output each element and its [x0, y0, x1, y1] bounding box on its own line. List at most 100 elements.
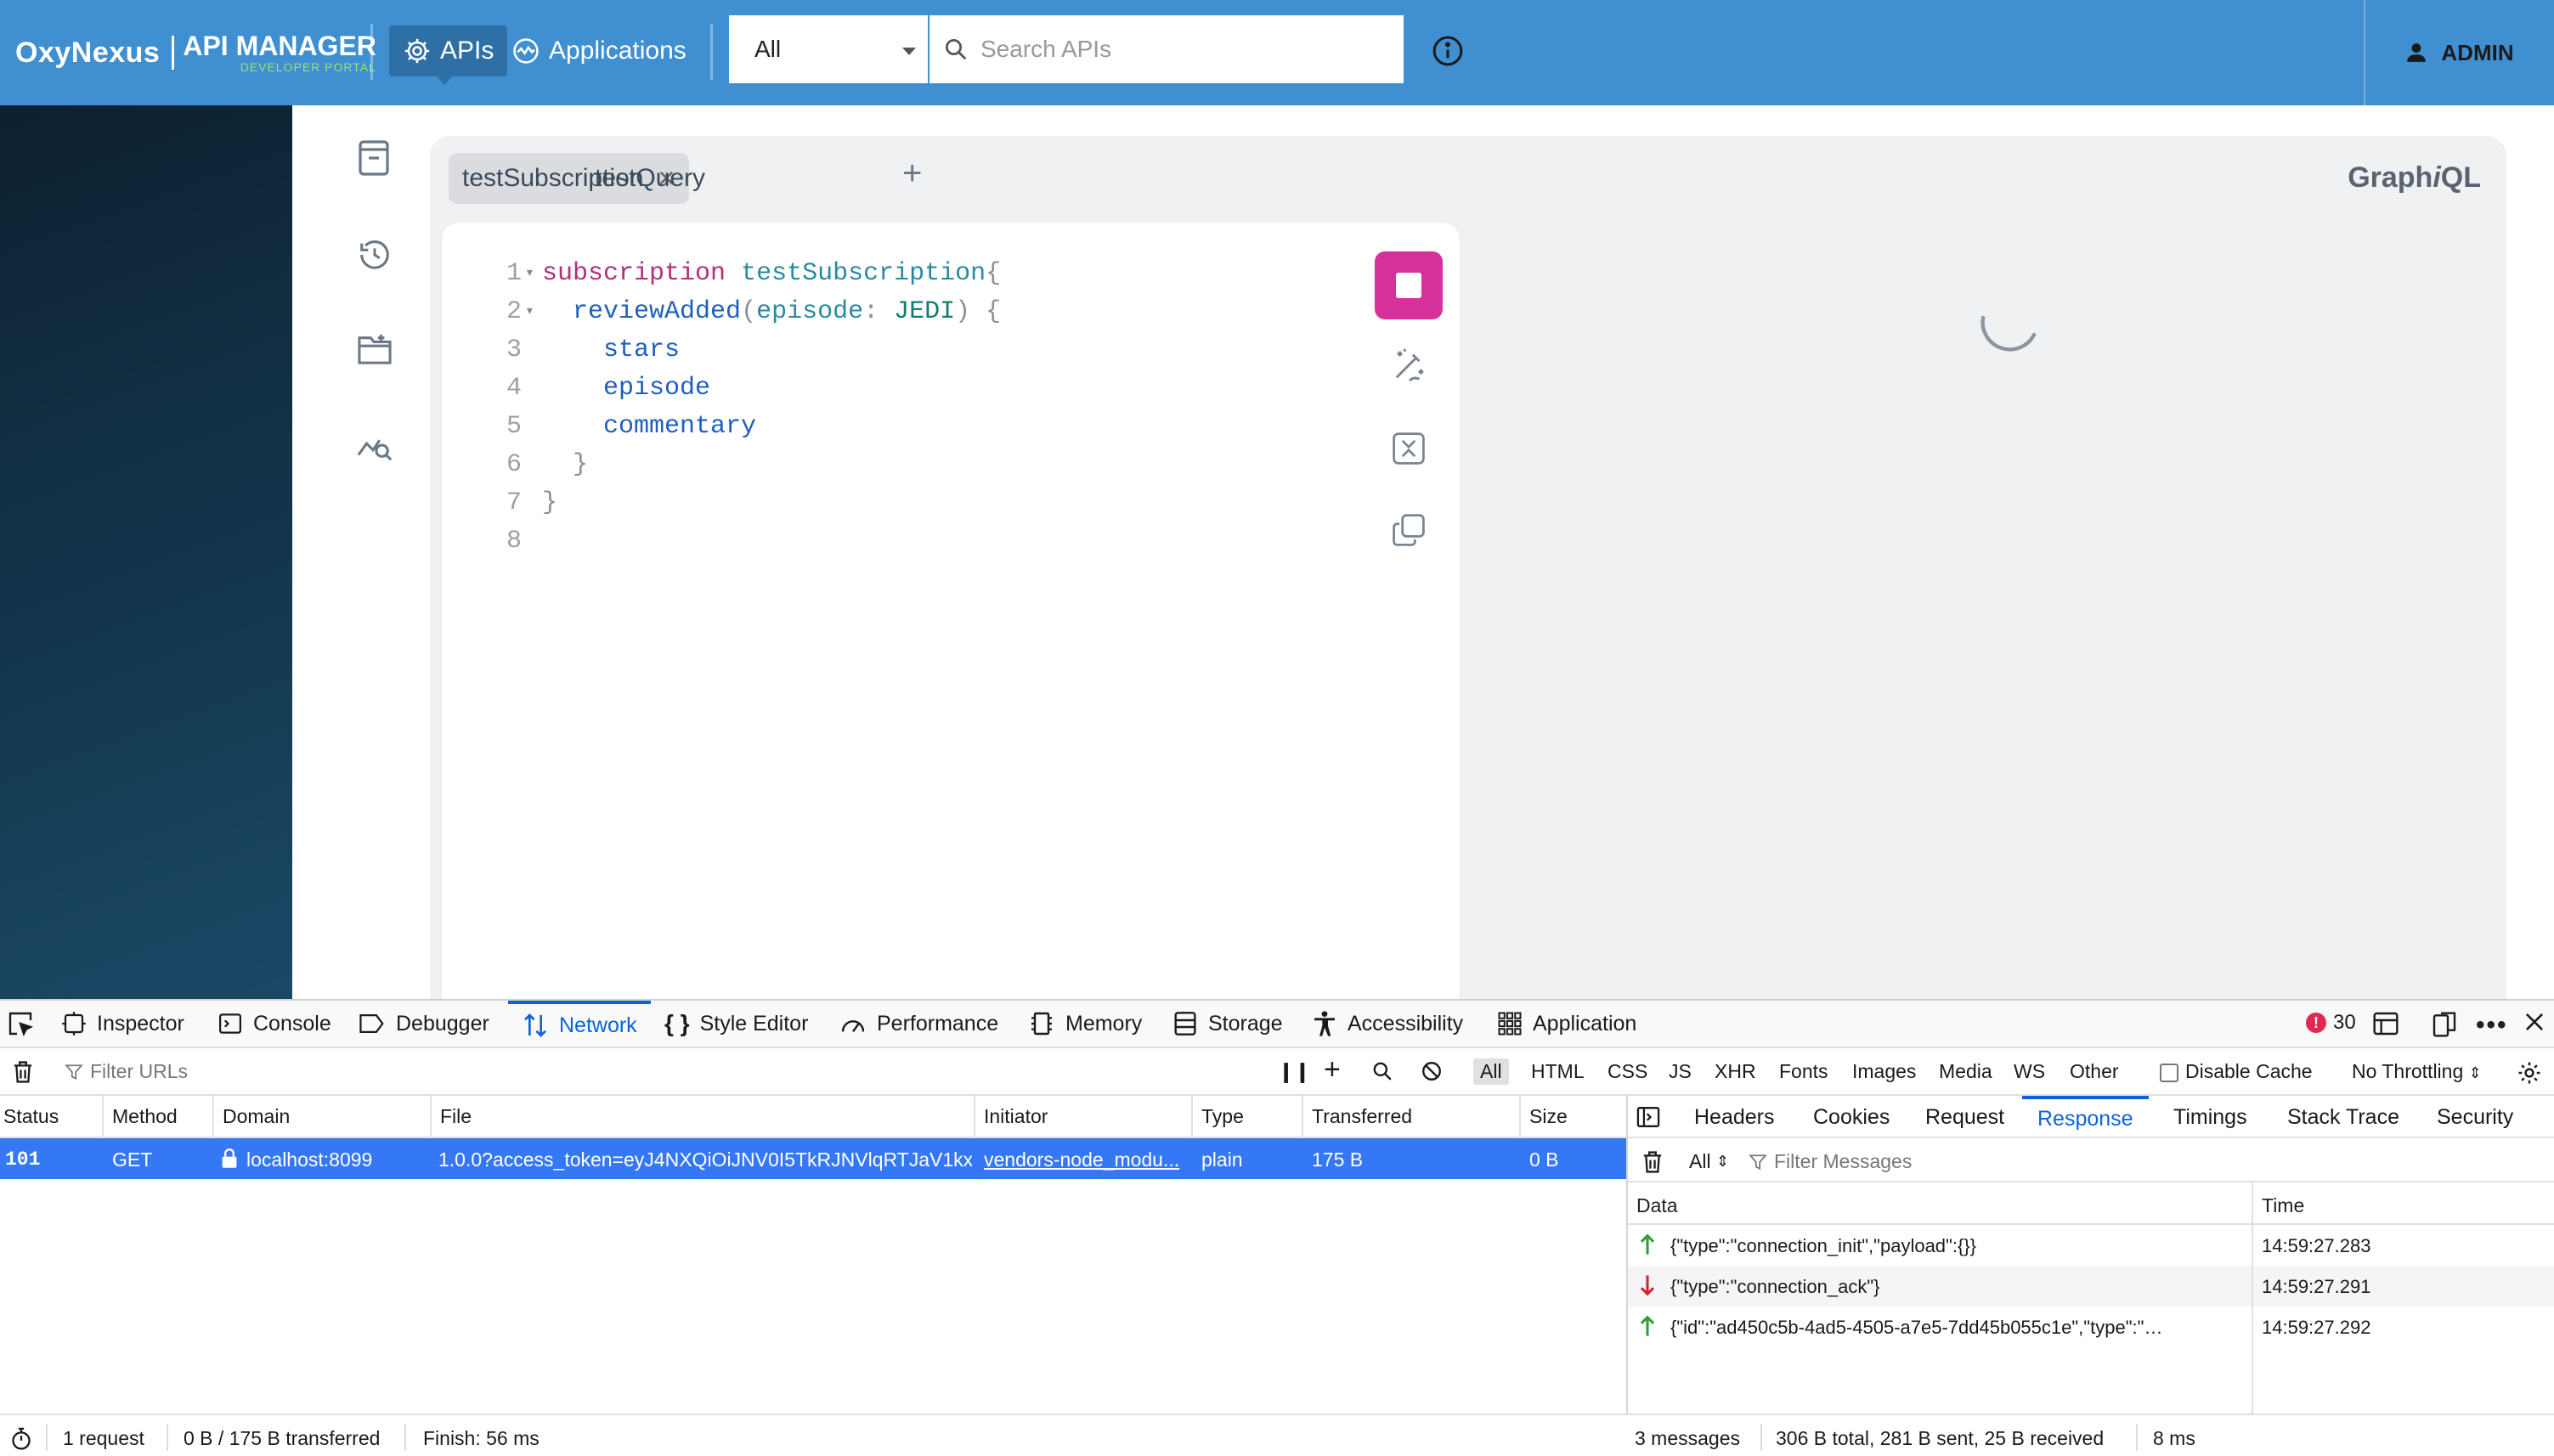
table-row[interactable]: 101 GET localhost:8099 1.0.0?access_toke…: [0, 1138, 1626, 1179]
column-initiator[interactable]: Initiator: [975, 1096, 1193, 1138]
type-filter-css[interactable]: CSS: [1601, 1058, 1654, 1085]
column-type[interactable]: Type: [1193, 1096, 1303, 1138]
tab-stack-trace[interactable]: Stack Trace: [2287, 1096, 2399, 1138]
tab-performance[interactable]: Performance: [839, 1001, 998, 1047]
list-item[interactable]: {"type":"connection_init","payload":{}} …: [1628, 1225, 2554, 1266]
left-panel: [0, 105, 292, 999]
filter-messages[interactable]: Filter Messages: [1749, 1150, 1912, 1173]
tab-testquery[interactable]: testQuery: [581, 153, 719, 204]
column-size[interactable]: Size: [1521, 1096, 1626, 1138]
column-transferred[interactable]: Transferred: [1303, 1096, 1521, 1138]
column-file[interactable]: File: [432, 1096, 975, 1138]
search-bar[interactable]: [929, 15, 1404, 83]
cell-initiator[interactable]: vendors-node_modu...: [984, 1148, 1188, 1171]
line-number: 4: [506, 374, 522, 403]
tab-debugger[interactable]: Debugger: [359, 1001, 489, 1047]
block-icon[interactable]: [1421, 1060, 1443, 1082]
add-tab-icon[interactable]: +: [902, 155, 922, 193]
error-counter[interactable]: ! 30: [2306, 1011, 2356, 1035]
user-menu[interactable]: ADMIN: [2364, 0, 2554, 105]
type-filter-other[interactable]: Other: [2063, 1058, 2126, 1085]
more-options-icon[interactable]: •••: [2476, 1011, 2508, 1040]
type-filter-xhr[interactable]: XHR: [1708, 1058, 1763, 1085]
cell-file: 1.0.0?access_token=eyJ4NXQiOiJNV0I5TkRJN…: [438, 1148, 972, 1171]
list-item[interactable]: {"type":"connection_ack"} 14:59:27.291: [1628, 1266, 2554, 1306]
tab-storage[interactable]: Storage: [1172, 1001, 1283, 1047]
search-input[interactable]: [980, 36, 1380, 63]
search-icon[interactable]: [1371, 1060, 1393, 1082]
copy-icon[interactable]: [1390, 511, 1427, 549]
disable-cache-checkbox[interactable]: Disable Cache: [2153, 1058, 2320, 1085]
chip-icon: [1028, 1010, 1055, 1037]
tab-response[interactable]: Response: [2022, 1096, 2149, 1138]
split-console-icon[interactable]: [2372, 1011, 2399, 1036]
disable-cache-label: Disable Cache: [2185, 1060, 2313, 1082]
stop-subscription-button[interactable]: [1375, 251, 1443, 319]
tab-accessibility[interactable]: Accessibility: [1312, 1001, 1463, 1047]
tab-security[interactable]: Security: [2437, 1096, 2513, 1138]
filter-icon: [1749, 1153, 1767, 1171]
cell-size: 0 B: [1529, 1148, 1559, 1171]
column-data[interactable]: Data: [1636, 1194, 1678, 1217]
close-devtools-icon[interactable]: [2523, 1011, 2546, 1033]
type-filter-images[interactable]: Images: [1845, 1058, 1923, 1085]
line-number: 5: [506, 412, 522, 441]
column-method[interactable]: Method: [104, 1096, 214, 1138]
tab-network[interactable]: Network: [508, 1001, 651, 1047]
tab-console[interactable]: Console: [218, 1001, 331, 1047]
add-request-icon[interactable]: +: [1324, 1053, 1341, 1086]
tab-application[interactable]: Application: [1497, 1001, 1636, 1047]
code-area[interactable]: 1 ▾ subscription testSubscription{ 2 ▾ revi…: [488, 255, 1001, 561]
message-type-select[interactable]: All ⇕: [1689, 1150, 1729, 1173]
chevron-updown-icon: ⇕: [1715, 1153, 1730, 1170]
responsive-mode-icon[interactable]: [2432, 1011, 2457, 1038]
toggle-sidebar-icon[interactable]: [1636, 1096, 1660, 1138]
tab-headers[interactable]: Headers: [1694, 1096, 1775, 1138]
settings-icon[interactable]: [2517, 1060, 2542, 1086]
query-editor[interactable]: 1 ▾ subscription testSubscription{ 2 ▾ revi…: [442, 223, 1460, 999]
explorer-icon[interactable]: [357, 428, 393, 462]
column-domain[interactable]: Domain: [214, 1096, 432, 1138]
type-filter-html[interactable]: HTML: [1524, 1058, 1591, 1085]
tab-timings[interactable]: Timings: [2173, 1096, 2247, 1138]
tab-style-editor[interactable]: { } Style Editor: [664, 1001, 808, 1047]
filter-urls[interactable]: Filter URLs: [65, 1060, 188, 1083]
stopwatch-icon[interactable]: [10, 1427, 32, 1451]
list-item[interactable]: {"id":"ad450c5b-4ad5-4505-a7e5-7dd45b055…: [1628, 1306, 2554, 1347]
api-filter-select[interactable]: All: [729, 15, 928, 83]
pause-icon[interactable]: ❙❙: [1278, 1060, 1311, 1083]
message-data: {"type":"connection_init","payload":{}}: [1670, 1235, 1977, 1256]
type-filter-media[interactable]: Media: [1932, 1058, 1999, 1085]
message-duration: 8 ms: [2153, 1427, 2195, 1449]
filter-messages-placeholder: Filter Messages: [1774, 1150, 1913, 1172]
tab-cookies[interactable]: Cookies: [1813, 1096, 1890, 1138]
checkbox[interactable]: [2160, 1063, 2178, 1082]
prettify-icon[interactable]: [1390, 345, 1429, 384]
history-icon[interactable]: [357, 238, 393, 272]
type-filter-js[interactable]: JS: [1662, 1058, 1698, 1085]
tab-inspector[interactable]: Inspector: [61, 1001, 184, 1047]
code-token: }: [542, 488, 558, 517]
nav-apis-button[interactable]: APIs: [389, 25, 508, 76]
type-filter-all[interactable]: All: [1473, 1058, 1509, 1085]
braces-icon: { }: [664, 1010, 690, 1036]
column-status[interactable]: Status: [0, 1096, 104, 1138]
fold-icon[interactable]: ▾: [522, 293, 542, 331]
clear-messages-icon[interactable]: [1641, 1150, 1664, 1174]
type-filter-ws[interactable]: WS: [2007, 1058, 2052, 1085]
fold-icon[interactable]: ▾: [522, 255, 542, 293]
collections-icon[interactable]: [357, 333, 393, 365]
tab-memory[interactable]: Memory: [1028, 1001, 1142, 1047]
info-icon[interactable]: [1431, 34, 1465, 68]
element-picker-icon[interactable]: [7, 1001, 34, 1047]
nav-applications-label: Applications: [549, 37, 687, 65]
nav-applications-button[interactable]: Applications: [498, 25, 700, 76]
type-filter-fonts[interactable]: Fonts: [1772, 1058, 1835, 1085]
clear-log-icon[interactable]: [12, 1060, 34, 1084]
tab-request[interactable]: Request: [1925, 1096, 2004, 1138]
merge-fragments-icon[interactable]: [1390, 430, 1427, 467]
throttling-select[interactable]: No Throttling ⇕: [2345, 1058, 2489, 1085]
brand-logo[interactable]: OxyNexus API MANAGER DEVELOPER PORTAL: [15, 32, 376, 73]
column-time[interactable]: Time: [2262, 1194, 2304, 1217]
docs-icon[interactable]: [357, 139, 391, 177]
